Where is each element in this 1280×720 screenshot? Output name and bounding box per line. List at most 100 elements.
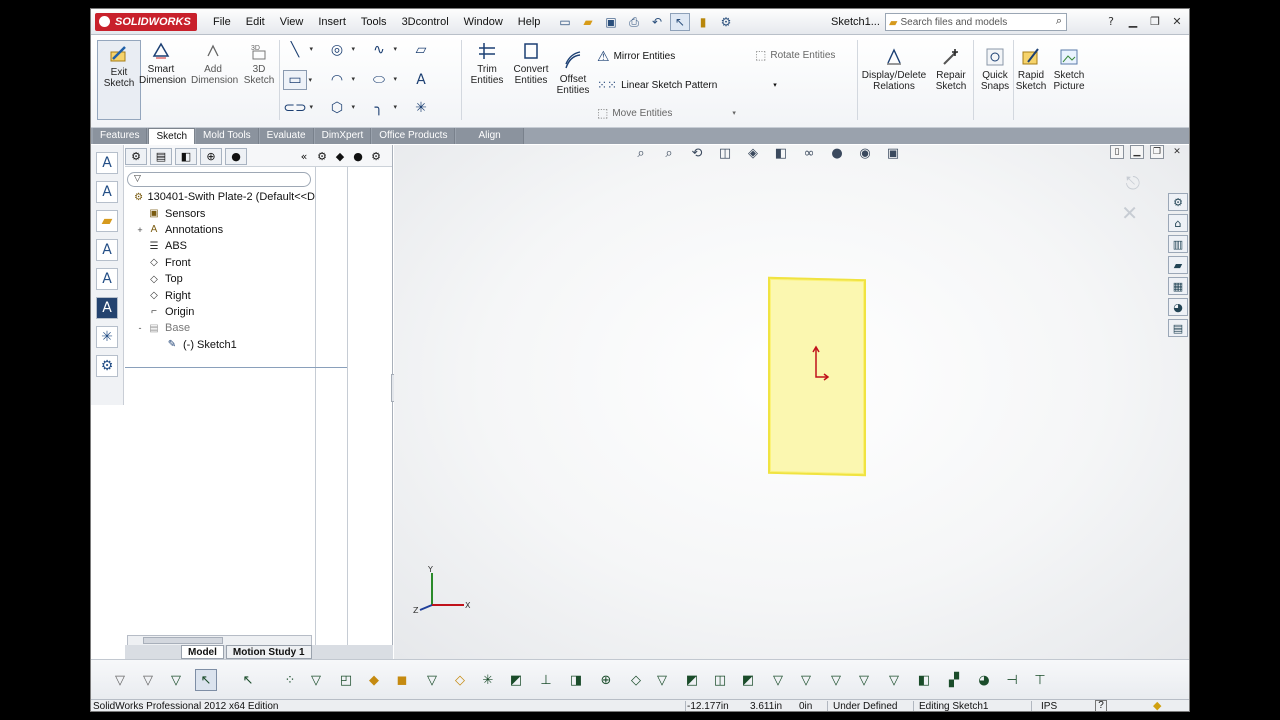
menu-insert[interactable]: Insert (318, 16, 346, 28)
chevron-down-icon[interactable]: ▾ (773, 81, 777, 89)
arc-tool-icon[interactable]: ◠ ▾ (325, 70, 355, 90)
tree-item-annotations[interactable]: + A Annotations (125, 222, 315, 238)
tab-motion-study-1[interactable]: Motion Study 1 (225, 645, 312, 659)
filter-sketch-segments-icon[interactable]: ◩ (505, 669, 527, 691)
line-tool-icon[interactable]: ╲ ▾ (283, 40, 313, 60)
select-pointer-icon[interactable]: ↖ (195, 669, 217, 691)
custom-properties-icon[interactable]: ▤ (1168, 319, 1188, 337)
apply-scene-icon[interactable]: ◉ (854, 145, 876, 162)
tab-align[interactable]: Align (456, 128, 524, 144)
linear-sketch-pattern-button[interactable]: ⁙⁙ Linear Sketch Pattern ▾ (597, 78, 777, 92)
ellipse-tool-icon[interactable]: ⬭ ▾ (367, 70, 397, 90)
view-palette-icon[interactable]: ▦ (1168, 277, 1188, 295)
solidworks-logo[interactable]: SOLIDWORKS (95, 13, 197, 31)
repair-sketch-button[interactable]: Repair Sketch (929, 46, 973, 92)
home-icon[interactable]: ⌂ (1168, 214, 1188, 232)
slot-tool-icon[interactable]: ⊂⊃ ▾ (283, 98, 313, 118)
filter-dimensions-icon[interactable]: ⊕ (595, 669, 617, 691)
select-pointer-icon[interactable]: ↖ (670, 13, 690, 31)
tree-root[interactable]: ⚙ 130401-Swith Plate-2 (Default<<D (125, 189, 315, 205)
sketch-text-icon[interactable]: A (96, 152, 118, 174)
3d-sketch-button[interactable]: 3D 3D Sketch (237, 40, 281, 86)
tree-item-material[interactable]: ☰ ABS (125, 238, 315, 254)
filter-datum-icon[interactable]: ◩ (681, 669, 703, 691)
dimxpert-manager-tab-icon[interactable]: ⊕ (200, 148, 222, 165)
filter-spring-icon[interactable]: ⊤ (1029, 669, 1051, 691)
tab-model[interactable]: Model (181, 645, 224, 659)
edit-appearance-icon[interactable]: ● (826, 145, 848, 162)
filter-gtol-icon[interactable]: ▽ (825, 669, 847, 691)
filter-edges-icon[interactable]: ▽ (305, 669, 327, 691)
smart-dimension-button[interactable]: Smart Dimension (139, 40, 186, 86)
text-tool-icon[interactable]: A (409, 70, 433, 90)
trim-entities-button[interactable]: Trim Entities (465, 40, 509, 86)
note-icon[interactable]: A (96, 268, 118, 290)
viewport-minimize-icon[interactable]: ▁ (1130, 145, 1144, 159)
tab-mold-tools[interactable]: Mold Tools (196, 128, 259, 144)
filter-datum-target-icon[interactable]: ◫ (709, 669, 731, 691)
annotation-text-icon[interactable]: A (96, 181, 118, 203)
graphics-area[interactable]: ⌕ ⌕ ⟲ ◫ ◈ ◧ ∞ ● ◉ ▣ ▯ ▁ ❐ ✕ ⎋ ✕ ⚙ ⌂ ▥ ▰ … (394, 145, 1189, 659)
display-manager-tab-icon[interactable]: ● (225, 148, 247, 165)
circle-tool-icon[interactable]: ◎ ▾ (325, 40, 355, 60)
menu-3dcontrol[interactable]: 3Dcontrol (402, 16, 449, 28)
tree-expander[interactable]: + (135, 225, 145, 235)
tree-item-right-plane[interactable]: ◇ Right (125, 287, 315, 303)
fillet-tool-icon[interactable]: ╮ ▾ (367, 98, 397, 118)
feature-tree-tab-icon[interactable]: ⚙ (125, 148, 147, 165)
filter-axes-icon[interactable]: ▽ (421, 669, 443, 691)
display-style-icon[interactable]: ◧ (770, 145, 792, 162)
add-dimension-button[interactable]: Add Dimension (191, 40, 238, 86)
dimension-icon[interactable]: A (96, 239, 118, 261)
offset-entities-button[interactable]: Offset Entities (551, 50, 595, 96)
viewport-tile-icon[interactable]: ▯ (1110, 145, 1124, 159)
help-icon[interactable]: ? (1103, 13, 1119, 29)
filter-centers-icon[interactable]: ◨ (565, 669, 587, 691)
tree-item-origin[interactable]: ⌐ Origin (125, 304, 315, 320)
sketch-picture-button[interactable]: Sketch Picture (1047, 46, 1091, 92)
collapse-chevron-icon[interactable]: « (295, 148, 313, 165)
menu-file[interactable]: File (213, 16, 231, 28)
filter-dowel-icon[interactable]: ▽ (883, 669, 905, 691)
hide-show-items-icon[interactable]: ∞ (798, 145, 820, 162)
point-tool-icon[interactable]: ✳ (409, 98, 433, 118)
zoom-to-fit-icon[interactable]: ⌕ (630, 145, 652, 162)
tab-sketch[interactable]: Sketch (148, 128, 196, 144)
menu-view[interactable]: View (280, 16, 304, 28)
tab-dimxpert[interactable]: DimXpert (314, 128, 372, 144)
previous-view-icon[interactable]: ⟲ (686, 145, 708, 162)
filter-sketch-points-icon[interactable]: ✳ (477, 669, 499, 691)
tree-expander[interactable]: - (135, 323, 145, 333)
tree-item-sensors[interactable]: ▣ Sensors (125, 205, 315, 221)
tab-features[interactable]: Features (93, 128, 148, 144)
select-pointer-alt-icon[interactable]: ↖ (237, 669, 259, 691)
cancel-sketch-icon[interactable]: ✕ (1121, 201, 1138, 225)
tree-item-base[interactable]: - ▤ Base (125, 320, 315, 336)
filter-cosmetic-thread-icon[interactable]: ◩ (737, 669, 759, 691)
filter-planes-icon[interactable]: ◇ (449, 669, 471, 691)
appearances-icon[interactable]: ◕ (1168, 298, 1188, 316)
tree-display-icon[interactable]: ⚙ (313, 148, 331, 165)
viewport-restore-icon[interactable]: ❐ (1150, 145, 1164, 159)
filter-toggle-icon[interactable]: ▽ (109, 669, 131, 691)
tab-office-products[interactable]: Office Products (372, 128, 456, 144)
display-delete-relations-button[interactable]: Display/Delete Relations (861, 46, 927, 92)
rectangle-tool-icon[interactable]: ▭ ▾ (283, 70, 312, 90)
filter-faces-icon[interactable]: ◰ (335, 669, 357, 691)
filter-surface-icon[interactable]: ◆ (363, 669, 385, 691)
rebuild-indicator-icon[interactable]: ◆ (1153, 700, 1161, 711)
filter-clear-icon[interactable]: ▽ (137, 669, 159, 691)
viewport-close-icon[interactable]: ✕ (1170, 145, 1184, 159)
undo-icon[interactable]: ↶ (647, 13, 667, 31)
status-help-icon[interactable]: ? (1095, 700, 1107, 711)
solidworks-resources-icon[interactable]: ⚙ (1168, 193, 1188, 211)
filter-midpoints-icon[interactable]: ⊥ (535, 669, 557, 691)
new-document-icon[interactable]: ▭ (555, 13, 575, 31)
filter-vertices-icon[interactable]: ⁘ (279, 669, 301, 691)
options-gear-icon[interactable]: ⚙ (716, 13, 736, 31)
menu-window[interactable]: Window (464, 16, 503, 28)
convert-entities-button[interactable]: Convert Entities (509, 40, 553, 86)
menu-edit[interactable]: Edit (246, 16, 265, 28)
view-settings-icon[interactable]: ▣ (882, 145, 904, 162)
restore-icon[interactable]: ❐ (1147, 13, 1163, 29)
